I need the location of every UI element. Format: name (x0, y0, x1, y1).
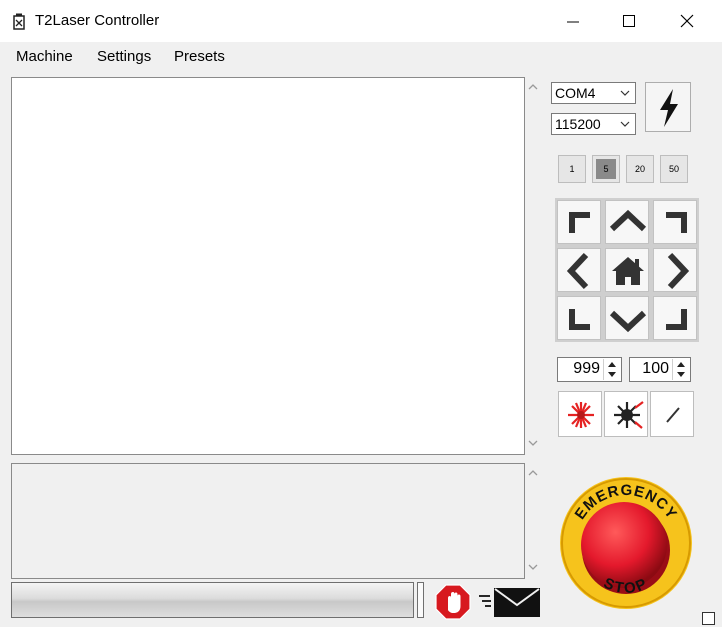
log-scroll-up-icon[interactable] (527, 468, 539, 478)
port-select[interactable]: COM4 (551, 82, 636, 104)
step-size-50-button[interactable]: 50 (660, 155, 688, 183)
menu-bar: Machine Settings Presets (0, 42, 722, 72)
jog-down-left-button[interactable] (557, 296, 601, 340)
menu-presets[interactable]: Presets (174, 48, 225, 65)
resize-grip[interactable] (702, 612, 715, 625)
maximize-button[interactable] (606, 0, 652, 42)
console-scroll-down-icon[interactable] (527, 438, 539, 448)
spin-down-icon[interactable] (604, 370, 620, 380)
command-log[interactable] (11, 463, 525, 579)
jog-down-button[interactable] (605, 296, 649, 340)
spin-up-icon[interactable] (673, 359, 689, 369)
jog-down-right-button[interactable] (653, 296, 697, 340)
power-spinner[interactable]: 999 (557, 357, 622, 382)
console-scroll-up-icon[interactable] (527, 82, 539, 92)
log-scroll-down-icon[interactable] (527, 562, 539, 572)
envelope-icon[interactable] (477, 585, 543, 619)
corner-up-left-icon (569, 212, 590, 233)
menu-settings[interactable]: Settings (97, 48, 151, 65)
lightning-icon (660, 89, 678, 127)
stop-hand-icon[interactable] (435, 584, 471, 620)
minimize-button[interactable] (550, 0, 596, 42)
chevron-down-icon (609, 310, 647, 333)
corner-down-right-icon (666, 309, 687, 330)
chevron-right-icon (667, 252, 690, 290)
step-size-20-button[interactable]: 20 (626, 155, 654, 183)
close-button[interactable] (664, 0, 710, 42)
minimize-icon (567, 21, 579, 23)
app-window: T2Laser Controller Machine Settings Pres… (0, 0, 722, 627)
title-bar: T2Laser Controller (0, 0, 722, 42)
spin-up-icon[interactable] (604, 359, 620, 369)
step-size-1-button[interactable]: 1 (558, 155, 586, 183)
speed-spinner[interactable]: 100 (629, 357, 691, 382)
window-title: T2Laser Controller (35, 12, 160, 29)
baud-select[interactable]: 115200 (551, 113, 636, 135)
home-icon (612, 257, 644, 285)
jog-pad (555, 198, 699, 342)
jog-left-button[interactable] (557, 248, 601, 292)
laser-on-button[interactable] (558, 391, 602, 437)
jog-right-button[interactable] (653, 248, 697, 292)
corner-down-left-icon (569, 309, 590, 330)
chevron-left-icon (566, 252, 589, 290)
emergency-stop-icon[interactable]: EMERGENCY STOP (558, 475, 694, 611)
laser-pulse-button[interactable] (604, 391, 648, 437)
maximize-icon (623, 15, 635, 27)
chevron-down-icon (620, 121, 630, 127)
laser-burst-icon (568, 402, 594, 428)
step-size-5-button[interactable]: 5 (592, 155, 620, 183)
chevron-down-icon (620, 90, 630, 96)
chevron-up-icon (609, 209, 647, 232)
connect-button[interactable] (645, 82, 691, 132)
jog-up-left-button[interactable] (557, 200, 601, 244)
progress-bar-end (417, 582, 424, 618)
app-logo-icon (13, 13, 25, 30)
menu-machine[interactable]: Machine (16, 48, 73, 65)
laser-burst-alt-icon (614, 401, 644, 429)
console-output[interactable] (11, 77, 525, 455)
corner-up-right-icon (666, 212, 687, 233)
cut-line-button[interactable] (650, 391, 694, 437)
jog-up-right-button[interactable] (653, 200, 697, 244)
diagonal-line-icon (666, 407, 680, 423)
jog-home-button[interactable] (605, 248, 649, 292)
close-icon (680, 14, 694, 28)
jog-up-button[interactable] (605, 200, 649, 244)
spin-down-icon[interactable] (673, 370, 689, 380)
job-progress-bar (11, 582, 414, 618)
